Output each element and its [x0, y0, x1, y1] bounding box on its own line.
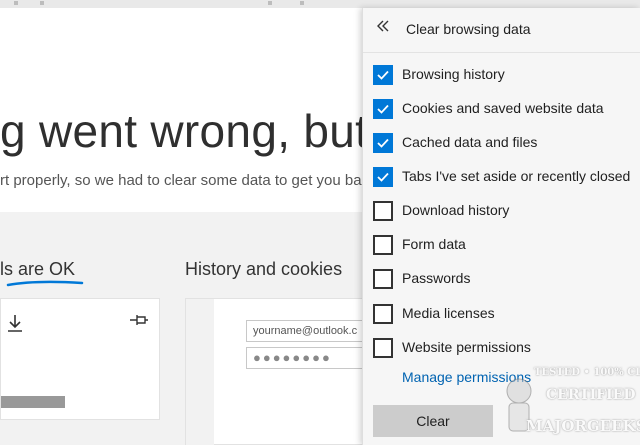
option-label: Cookies and saved website data: [402, 100, 604, 116]
option-download-history[interactable]: Download history: [373, 199, 639, 223]
checkbox-unchecked[interactable]: [373, 338, 393, 358]
browser-top-strip: [0, 0, 640, 8]
option-label: Passwords: [402, 270, 471, 286]
checkbox-checked[interactable]: [373, 65, 393, 85]
option-passwords[interactable]: Passwords: [373, 267, 639, 291]
download-icon: [7, 313, 23, 337]
option-label: Browsing history: [402, 66, 505, 82]
option-form-data[interactable]: Form data: [373, 233, 639, 257]
watermark-line-2: CERTIFIED: [546, 387, 636, 403]
option-label: Media licenses: [402, 305, 495, 321]
checkbox-checked[interactable]: [373, 99, 393, 119]
option-label: Tabs I've set aside or recently closed: [402, 168, 631, 184]
option-label: Website permissions: [402, 339, 531, 355]
option-browsing-history[interactable]: Browsing history: [373, 63, 639, 87]
double-chevron-left-icon[interactable]: [376, 18, 390, 36]
panel-header: Clear browsing data: [363, 8, 640, 52]
page-subheading: rt properly, so we had to clear some dat…: [0, 172, 362, 189]
page-headline: g went wrong, but w: [0, 105, 415, 157]
option-cookies[interactable]: Cookies and saved website data: [373, 97, 639, 121]
option-tabs-set-aside[interactable]: Tabs I've set aside or recently closed: [373, 165, 639, 189]
downloads-card: [0, 298, 160, 420]
card-title-downloads: ls are OK: [0, 259, 76, 279]
panel-divider: [363, 52, 640, 53]
option-label: Download history: [402, 202, 510, 218]
card-title-history: History and cookies: [185, 259, 343, 279]
browser-window: g went wrong, but w rt properly, so we h…: [0, 0, 640, 445]
clear-button[interactable]: Clear: [373, 405, 493, 437]
option-label: Cached data and files: [402, 134, 538, 150]
progress-bar: [1, 396, 65, 408]
option-media-licenses[interactable]: Media licenses: [373, 302, 639, 326]
pin-icon[interactable]: [129, 313, 149, 330]
email-field[interactable]: yourname@outlook.c: [246, 320, 376, 342]
underline-swash: [6, 280, 84, 287]
watermark-line-1: TESTED • 100% CLEAN: [534, 367, 640, 378]
option-website-permissions[interactable]: Website permissions: [373, 336, 639, 360]
checkbox-unchecked[interactable]: [373, 269, 393, 289]
password-field[interactable]: ●●●●●●●●: [246, 347, 376, 369]
checkbox-unchecked[interactable]: [373, 235, 393, 255]
panel-title: Clear browsing data: [406, 21, 531, 37]
checkbox-checked[interactable]: [373, 133, 393, 153]
option-label: Form data: [402, 236, 466, 252]
watermark-line-3: MAJORGEEKS: [526, 417, 640, 435]
checkbox-unchecked[interactable]: [373, 304, 393, 324]
watermark: TESTED • 100% CLEAN CERTIFIED MAJORGEEKS: [500, 365, 640, 445]
checkbox-unchecked[interactable]: [373, 201, 393, 221]
option-cached-data[interactable]: Cached data and files: [373, 131, 639, 155]
checkbox-checked[interactable]: [373, 167, 393, 187]
